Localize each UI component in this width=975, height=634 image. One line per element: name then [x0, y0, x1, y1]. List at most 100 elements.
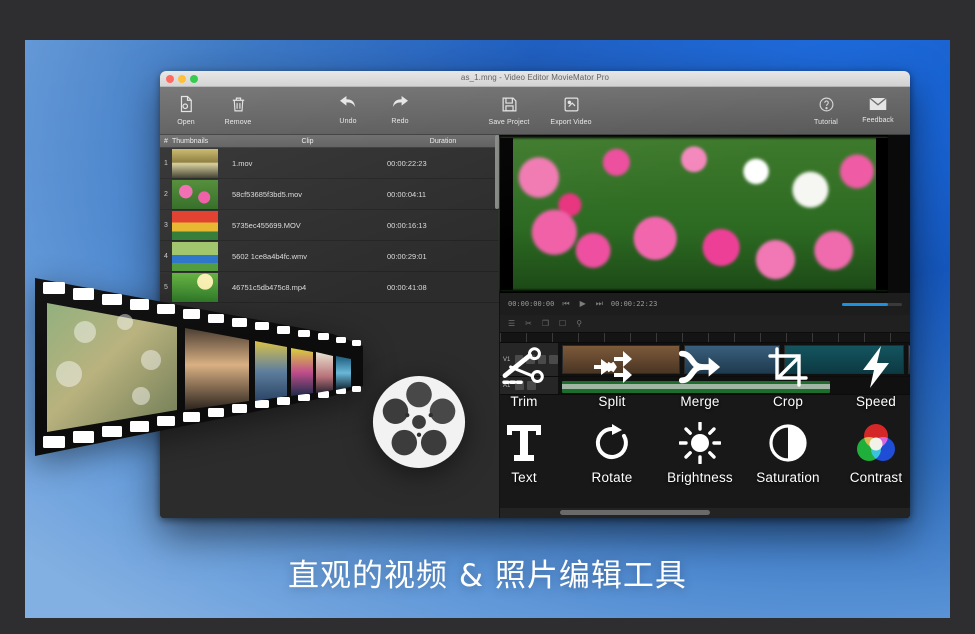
feature-rotate[interactable]: Rotate: [568, 421, 656, 485]
open-button[interactable]: Open: [160, 95, 212, 126]
skip-back-icon[interactable]: ⏮: [562, 299, 569, 309]
row-duration: 00:00:04:11: [387, 190, 499, 199]
tutorial-button-label: Tutorial: [814, 119, 838, 126]
table-row[interactable]: 4 5602 1ce8a4b4fc.wmv 00:00:29:01: [160, 241, 499, 272]
timeline-scrollbar[interactable]: [560, 510, 710, 515]
feature-split[interactable]: Split: [568, 345, 656, 409]
table-row[interactable]: 1 1.mov 00:00:22:23: [160, 148, 499, 179]
feature-trim[interactable]: Trim: [480, 345, 568, 409]
redo-button[interactable]: Redo: [374, 96, 426, 125]
feature-contrast[interactable]: Contrast: [832, 421, 920, 485]
undo-button[interactable]: Undo: [322, 96, 374, 125]
feature-text[interactable]: Text: [480, 421, 568, 485]
row-clip-name: 5735ec455699.MOV: [228, 221, 387, 230]
remove-button[interactable]: Remove: [212, 96, 264, 126]
row-clip-name: 5602 1ce8a4b4fc.wmv: [228, 252, 387, 261]
question-circle-icon: [818, 96, 835, 117]
feature-label: Text: [511, 470, 537, 485]
row-duration: 00:00:16:13: [387, 221, 499, 230]
save-project-button[interactable]: Save Project: [478, 96, 540, 126]
row-clip-name: 1.mov: [228, 159, 387, 168]
feature-label: Brightness: [667, 470, 733, 485]
timeline-cut-icon[interactable]: ✂: [525, 319, 532, 328]
row-clip-name: 46751c5db475c8.mp4: [228, 283, 387, 292]
row-index: 2: [160, 191, 172, 198]
open-file-icon: [177, 95, 195, 117]
timeline-footer: [500, 508, 910, 518]
tutorial-button[interactable]: Tutorial: [800, 96, 852, 126]
thumbnail-image: [172, 273, 218, 302]
feature-icon-grid: Trim Split: [480, 345, 920, 485]
skip-forward-icon[interactable]: ⏭: [596, 299, 603, 309]
timeline-copy-icon[interactable]: ❐: [542, 319, 549, 328]
window-title: as_1.mng - Video Editor MovieMator Pro: [160, 73, 910, 82]
table-row[interactable]: 3 5735ec455699.MOV 00:00:16:13: [160, 210, 499, 241]
screen-content: as_1.mng - Video Editor MovieMator Pro O…: [25, 40, 950, 618]
feature-label: Crop: [773, 394, 803, 409]
merge-arrow-icon: [677, 345, 723, 389]
feature-brightness[interactable]: Brightness: [656, 421, 744, 485]
timeline-menu-icon[interactable]: ☰: [508, 319, 515, 328]
rotate-circular-arrow-icon: [592, 421, 632, 465]
half-filled-circle-icon: [768, 421, 808, 465]
feature-label: Saturation: [756, 470, 820, 485]
video-preview-image: [500, 138, 888, 290]
table-row[interactable]: 5 46751c5db475c8.mp4 00:00:41:08: [160, 272, 499, 303]
feature-crop[interactable]: Crop: [744, 345, 832, 409]
row-clip-name: 58cf53685f3bd5.mov: [228, 190, 387, 199]
app-toolbar: Open Remove: [160, 87, 910, 135]
thumbnail-image: [172, 149, 218, 178]
preview-letterbox-left: [500, 138, 513, 290]
scissors-trim-icon: [501, 345, 547, 389]
toolbar-left-group: Open Remove: [160, 95, 602, 126]
row-index: 1: [160, 160, 172, 167]
save-project-button-label: Save Project: [489, 119, 530, 126]
split-branch-icon: [592, 345, 632, 389]
feature-speed[interactable]: Speed: [832, 345, 920, 409]
row-index: 3: [160, 222, 172, 229]
window-titlebar: as_1.mng - Video Editor MovieMator Pro: [160, 71, 910, 87]
column-header-clip[interactable]: Clip: [228, 138, 387, 145]
export-video-button-label: Export Video: [550, 119, 591, 126]
film-reel-graphic: [370, 373, 468, 471]
sun-icon: [679, 421, 721, 465]
filmstrip-frame: [47, 303, 177, 432]
text-t-icon: [505, 421, 543, 465]
table-row[interactable]: 2 58cf53685f3bd5.mov 00:00:04:11: [160, 179, 499, 210]
player-current-timecode: 00:00:00:00: [508, 300, 554, 308]
play-icon[interactable]: ▶: [580, 299, 586, 309]
feedback-button[interactable]: Feedback: [852, 97, 904, 124]
page-caption: 直观的视频 & 照片编辑工具: [25, 550, 950, 595]
thumbnail-image: [172, 242, 218, 271]
save-disk-icon: [501, 96, 518, 117]
row-index: 5: [160, 284, 172, 291]
row-duration: 00:00:22:23: [387, 159, 499, 168]
timeline-paste-icon[interactable]: ☐: [559, 319, 566, 328]
undo-arrow-icon: [338, 96, 358, 116]
column-header-thumbnails[interactable]: Thumbnails: [172, 138, 228, 145]
feature-merge[interactable]: Merge: [656, 345, 744, 409]
row-thumbnail: [172, 210, 228, 241]
feature-label: Rotate: [592, 470, 633, 485]
lightning-bolt-icon: [860, 345, 892, 389]
player-transport-controls[interactable]: ⏮ ▶ ⏭: [562, 299, 603, 309]
export-video-button[interactable]: Export Video: [540, 96, 602, 126]
feature-saturation[interactable]: Saturation: [744, 421, 832, 485]
player-controls-bar: 00:00:00:00 ⏮ ▶ ⏭ 00:00:22:23: [500, 293, 910, 315]
redo-button-label: Redo: [391, 118, 408, 125]
timeline-toolbar[interactable]: ☰ ✂ ❐ ☐ ⚲: [500, 315, 910, 333]
thumbnail-image: [172, 211, 218, 240]
envelope-icon: [869, 97, 887, 115]
row-duration: 00:00:41:08: [387, 283, 499, 292]
volume-slider[interactable]: [842, 303, 902, 306]
rgb-color-wheel-icon: [855, 421, 897, 465]
feature-label: Trim: [510, 394, 537, 409]
timeline-ruler[interactable]: [500, 333, 910, 343]
clip-list-scrollbar[interactable]: [495, 135, 499, 209]
remove-button-label: Remove: [225, 119, 252, 126]
row-thumbnail: [172, 241, 228, 272]
column-header-index[interactable]: #: [160, 138, 172, 145]
column-header-duration[interactable]: Duration: [387, 138, 499, 145]
timeline-zoom-icon[interactable]: ⚲: [576, 319, 582, 328]
export-icon: [563, 96, 580, 117]
